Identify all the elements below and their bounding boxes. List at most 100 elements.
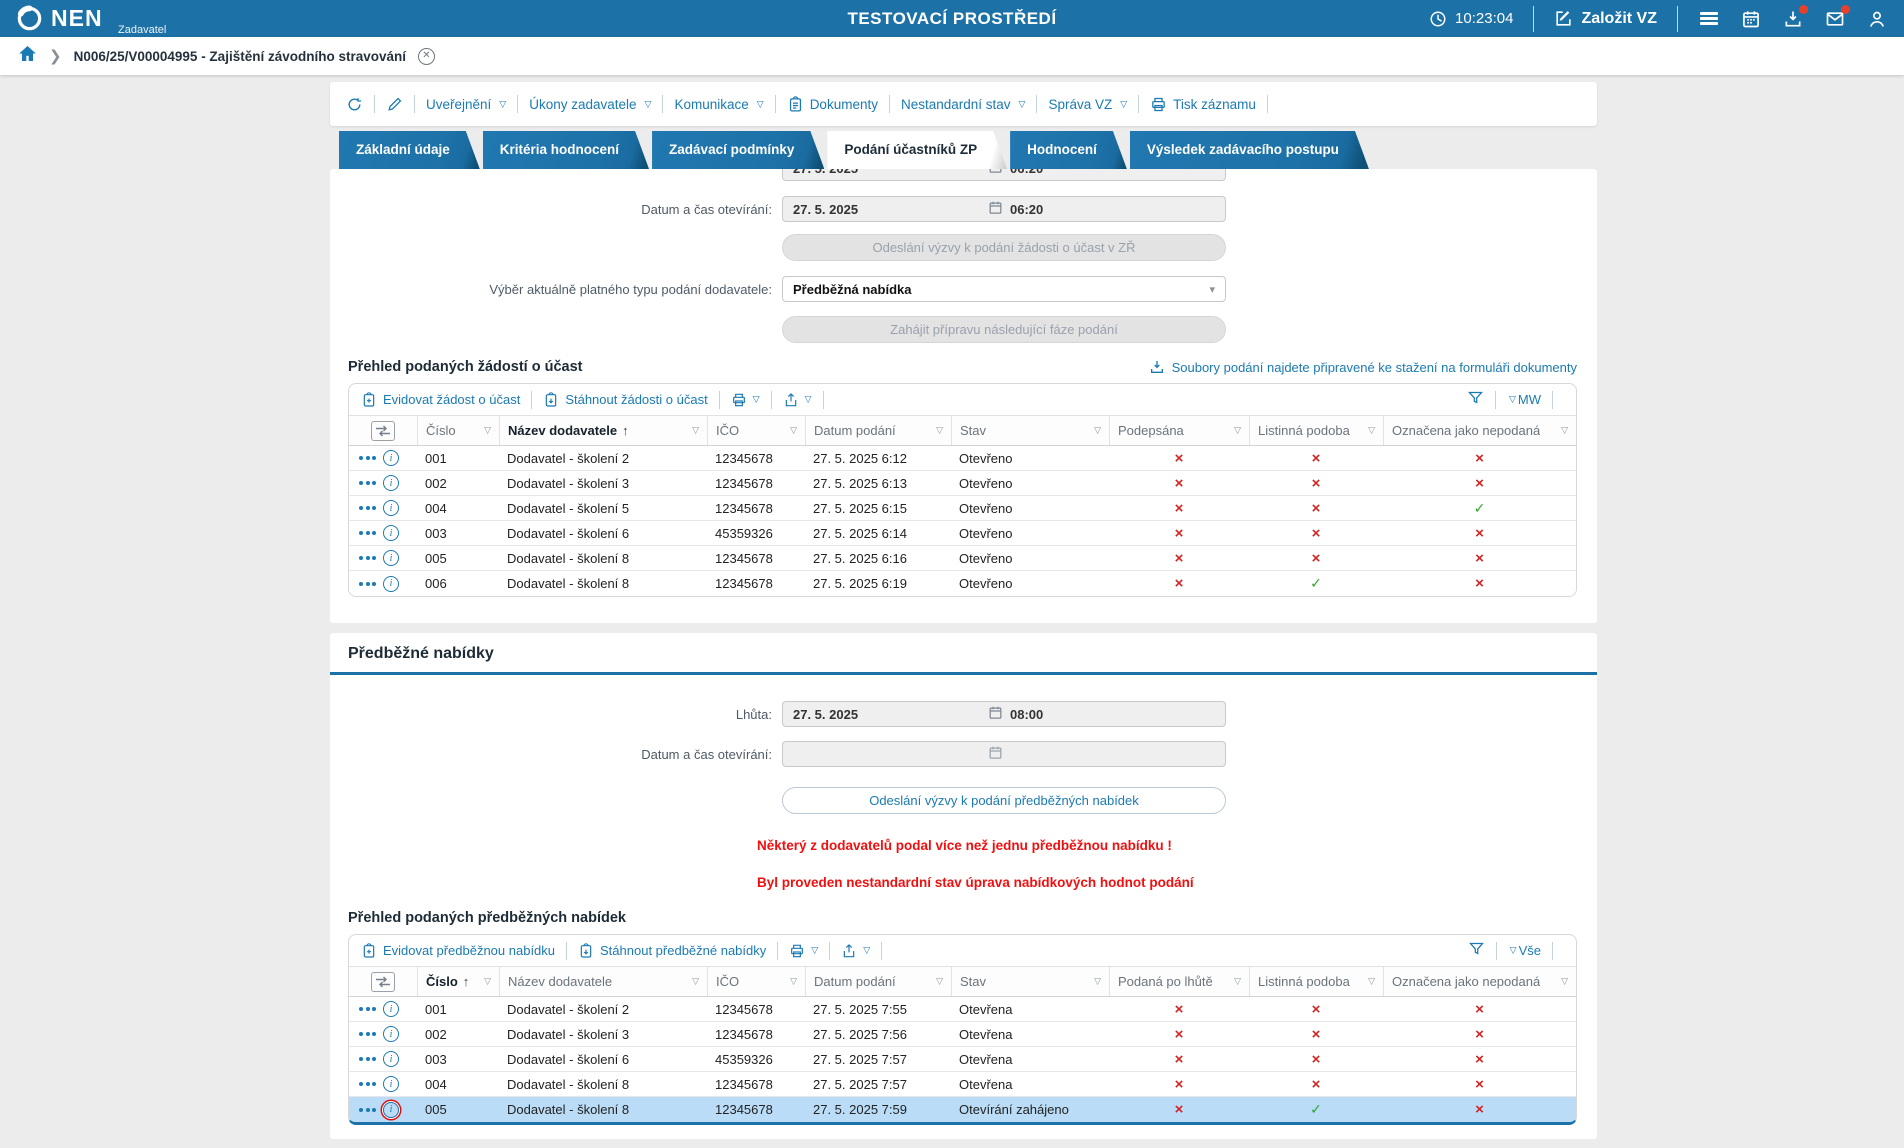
table-row[interactable]: i004Dodavatel - školení 81234567827. 5. …	[349, 1072, 1576, 1097]
calendar-icon[interactable]	[988, 200, 1003, 218]
row-menu-icon[interactable]	[359, 456, 376, 460]
refresh-button[interactable]	[346, 96, 363, 113]
row-menu-icon[interactable]	[359, 1007, 376, 1011]
toolbar-item-uverejneni[interactable]: Uveřejnění▽	[426, 97, 506, 112]
column-filter-icon[interactable]: ▽	[1090, 976, 1101, 987]
table-row[interactable]: i001Dodavatel - školení 21234567827. 5. …	[349, 446, 1576, 471]
home-icon[interactable]	[18, 44, 37, 68]
column-filter-icon[interactable]: ▽	[1230, 425, 1241, 436]
column-filter-icon[interactable]: ▽	[1557, 976, 1568, 987]
toolbar-item-dokumenty[interactable]: Dokumenty	[787, 96, 878, 113]
open-datetime-field[interactable]: 27. 5. 2025 06:20	[782, 196, 1226, 222]
column-filter-icon[interactable]: ▽	[932, 976, 943, 987]
info-icon[interactable]: i	[383, 576, 399, 592]
filter-caret-icon[interactable]: ▽	[1509, 394, 1516, 405]
tab-vysledek-zadavaciho-postupu[interactable]: Výsledek zadávacího postupu	[1130, 131, 1369, 169]
table-row[interactable]: i002Dodavatel - školení 31234567827. 5. …	[349, 1022, 1576, 1047]
row-menu-icon[interactable]	[359, 1108, 376, 1112]
column-filter-icon[interactable]: ▽	[688, 425, 699, 436]
filter-icon[interactable]	[1467, 389, 1484, 411]
info-icon[interactable]: i	[383, 1076, 399, 1092]
column-header[interactable]: Číslo▽	[417, 416, 499, 445]
column-header[interactable]: IČO▽	[707, 416, 805, 445]
register-request-button[interactable]: Evidovat žádost o účast	[361, 392, 520, 408]
column-filter-icon[interactable]: ▽	[1557, 425, 1568, 436]
export-button[interactable]: ▽	[783, 392, 812, 408]
download-requests-button[interactable]: Stáhnout žádosti o účast	[543, 392, 707, 408]
toolbar-item-nestandardni-stav[interactable]: Nestandardní stav▽	[901, 97, 1025, 112]
user-icon[interactable]	[1866, 8, 1888, 30]
send-request-invitation-button[interactable]: Odeslání výzvy k podání žádosti o účast …	[782, 234, 1226, 261]
row-menu-icon[interactable]	[359, 582, 376, 586]
column-header[interactable]: Číslo↑▽	[417, 967, 499, 996]
info-icon[interactable]: i	[383, 1026, 399, 1042]
info-icon[interactable]: i	[383, 475, 399, 491]
info-icon[interactable]: i	[383, 1051, 399, 1067]
column-filter-icon[interactable]: ▽	[786, 976, 797, 987]
start-next-phase-button[interactable]: Zahájit přípravu následující fáze podání	[782, 316, 1226, 343]
toolbar-item-ukony-zadavatele[interactable]: Úkony zadavatele▽	[529, 97, 651, 112]
column-filter-icon[interactable]: ▽	[1090, 425, 1101, 436]
column-filter-icon[interactable]: ▽	[480, 425, 491, 436]
column-chooser[interactable]	[349, 416, 417, 445]
column-header[interactable]: Datum podání▽	[805, 967, 951, 996]
tab-podani-ucastniku-zp[interactable]: Podání účastníků ZP	[827, 131, 1007, 169]
row-menu-icon[interactable]	[359, 1082, 376, 1086]
column-header[interactable]: Stav▽	[951, 416, 1109, 445]
edit-button[interactable]	[386, 96, 403, 113]
column-header[interactable]: Označena jako nepodaná▽	[1383, 416, 1576, 445]
table-row[interactable]: i004Dodavatel - školení 51234567827. 5. …	[349, 496, 1576, 521]
tab-kriteria-hodnoceni[interactable]: Kritéria hodnocení	[483, 131, 649, 169]
row-menu-icon[interactable]	[359, 556, 376, 560]
column-filter-icon[interactable]: ▽	[688, 976, 699, 987]
filter-view-label[interactable]: MW	[1518, 392, 1541, 407]
tab-zadavaci-podminky[interactable]: Zadávací podmínky	[652, 131, 824, 169]
column-header[interactable]: IČO▽	[707, 967, 805, 996]
print-button[interactable]: ▽	[731, 392, 760, 408]
toolbar-item-komunikace[interactable]: Komunikace▽	[674, 97, 763, 112]
downloads-icon[interactable]	[1782, 8, 1804, 30]
register-preliminary-offer-button[interactable]: Evidovat předběžnou nabídku	[361, 943, 555, 959]
tab-hodnoceni[interactable]: Hodnocení	[1010, 131, 1127, 169]
column-header[interactable]: Název dodavatele↑▽	[499, 416, 707, 445]
info-icon[interactable]: i	[383, 500, 399, 516]
column-header[interactable]: Podaná po lhůtě▽	[1109, 967, 1249, 996]
close-icon[interactable]: ✕	[418, 48, 435, 65]
info-icon[interactable]: i	[383, 1001, 399, 1017]
column-header[interactable]: Podepsána▽	[1109, 416, 1249, 445]
row-menu-icon[interactable]	[359, 1032, 376, 1036]
export-button[interactable]: ▽	[841, 943, 870, 959]
toolbar-item-tisk-zaznamu[interactable]: Tisk záznamu	[1150, 96, 1256, 113]
column-filter-icon[interactable]: ▽	[786, 425, 797, 436]
column-filter-icon[interactable]: ▽	[1364, 976, 1375, 987]
clipped-datetime-field[interactable]: 27. 5. 2025 06:20	[782, 169, 1226, 182]
menu-icon[interactable]	[1698, 8, 1720, 30]
filter-icon[interactable]	[1468, 940, 1485, 962]
row-menu-icon[interactable]	[359, 481, 376, 485]
submission-type-select[interactable]: Předběžná nabídka ▾	[782, 276, 1226, 302]
table-row[interactable]: i003Dodavatel - školení 64535932627. 5. …	[349, 1047, 1576, 1072]
column-filter-icon[interactable]: ▽	[1230, 976, 1241, 987]
column-header[interactable]: Název dodavatele▽	[499, 967, 707, 996]
submission-files-link[interactable]: Soubory podání najdete připravené ke sta…	[1149, 359, 1577, 375]
toolbar-item-sprava-vz[interactable]: Správa VZ▽	[1048, 97, 1127, 112]
table-row[interactable]: i005Dodavatel - školení 81234567827. 5. …	[349, 1097, 1576, 1122]
column-filter-icon[interactable]: ▽	[1364, 425, 1375, 436]
send-preliminary-invitation-button[interactable]: Odeslání výzvy k podání předběžných nabí…	[782, 787, 1226, 814]
table-row[interactable]: i003Dodavatel - školení 64535932627. 5. …	[349, 521, 1576, 546]
open-datetime-field-empty[interactable]	[782, 741, 1226, 767]
column-header[interactable]: Datum podání▽	[805, 416, 951, 445]
info-icon[interactable]: i	[383, 550, 399, 566]
column-header[interactable]: Listinná podoba▽	[1249, 416, 1383, 445]
row-menu-icon[interactable]	[359, 1057, 376, 1061]
tab-zakladni-udaje[interactable]: Základní údaje	[339, 131, 480, 169]
deadline-field[interactable]: 27. 5. 2025 08:00	[782, 701, 1226, 727]
create-vz-button[interactable]: Založit VZ	[1554, 9, 1657, 28]
info-icon[interactable]: i	[383, 450, 399, 466]
print-button[interactable]: ▽	[789, 943, 818, 959]
table-row[interactable]: i001Dodavatel - školení 21234567827. 5. …	[349, 997, 1576, 1022]
column-filter-icon[interactable]: ▽	[932, 425, 943, 436]
nen-logo[interactable]: NEN Zadavatel	[16, 5, 236, 32]
download-preliminary-offers-button[interactable]: Stáhnout předběžné nabídky	[578, 943, 766, 959]
calendar-icon[interactable]	[1740, 8, 1762, 30]
